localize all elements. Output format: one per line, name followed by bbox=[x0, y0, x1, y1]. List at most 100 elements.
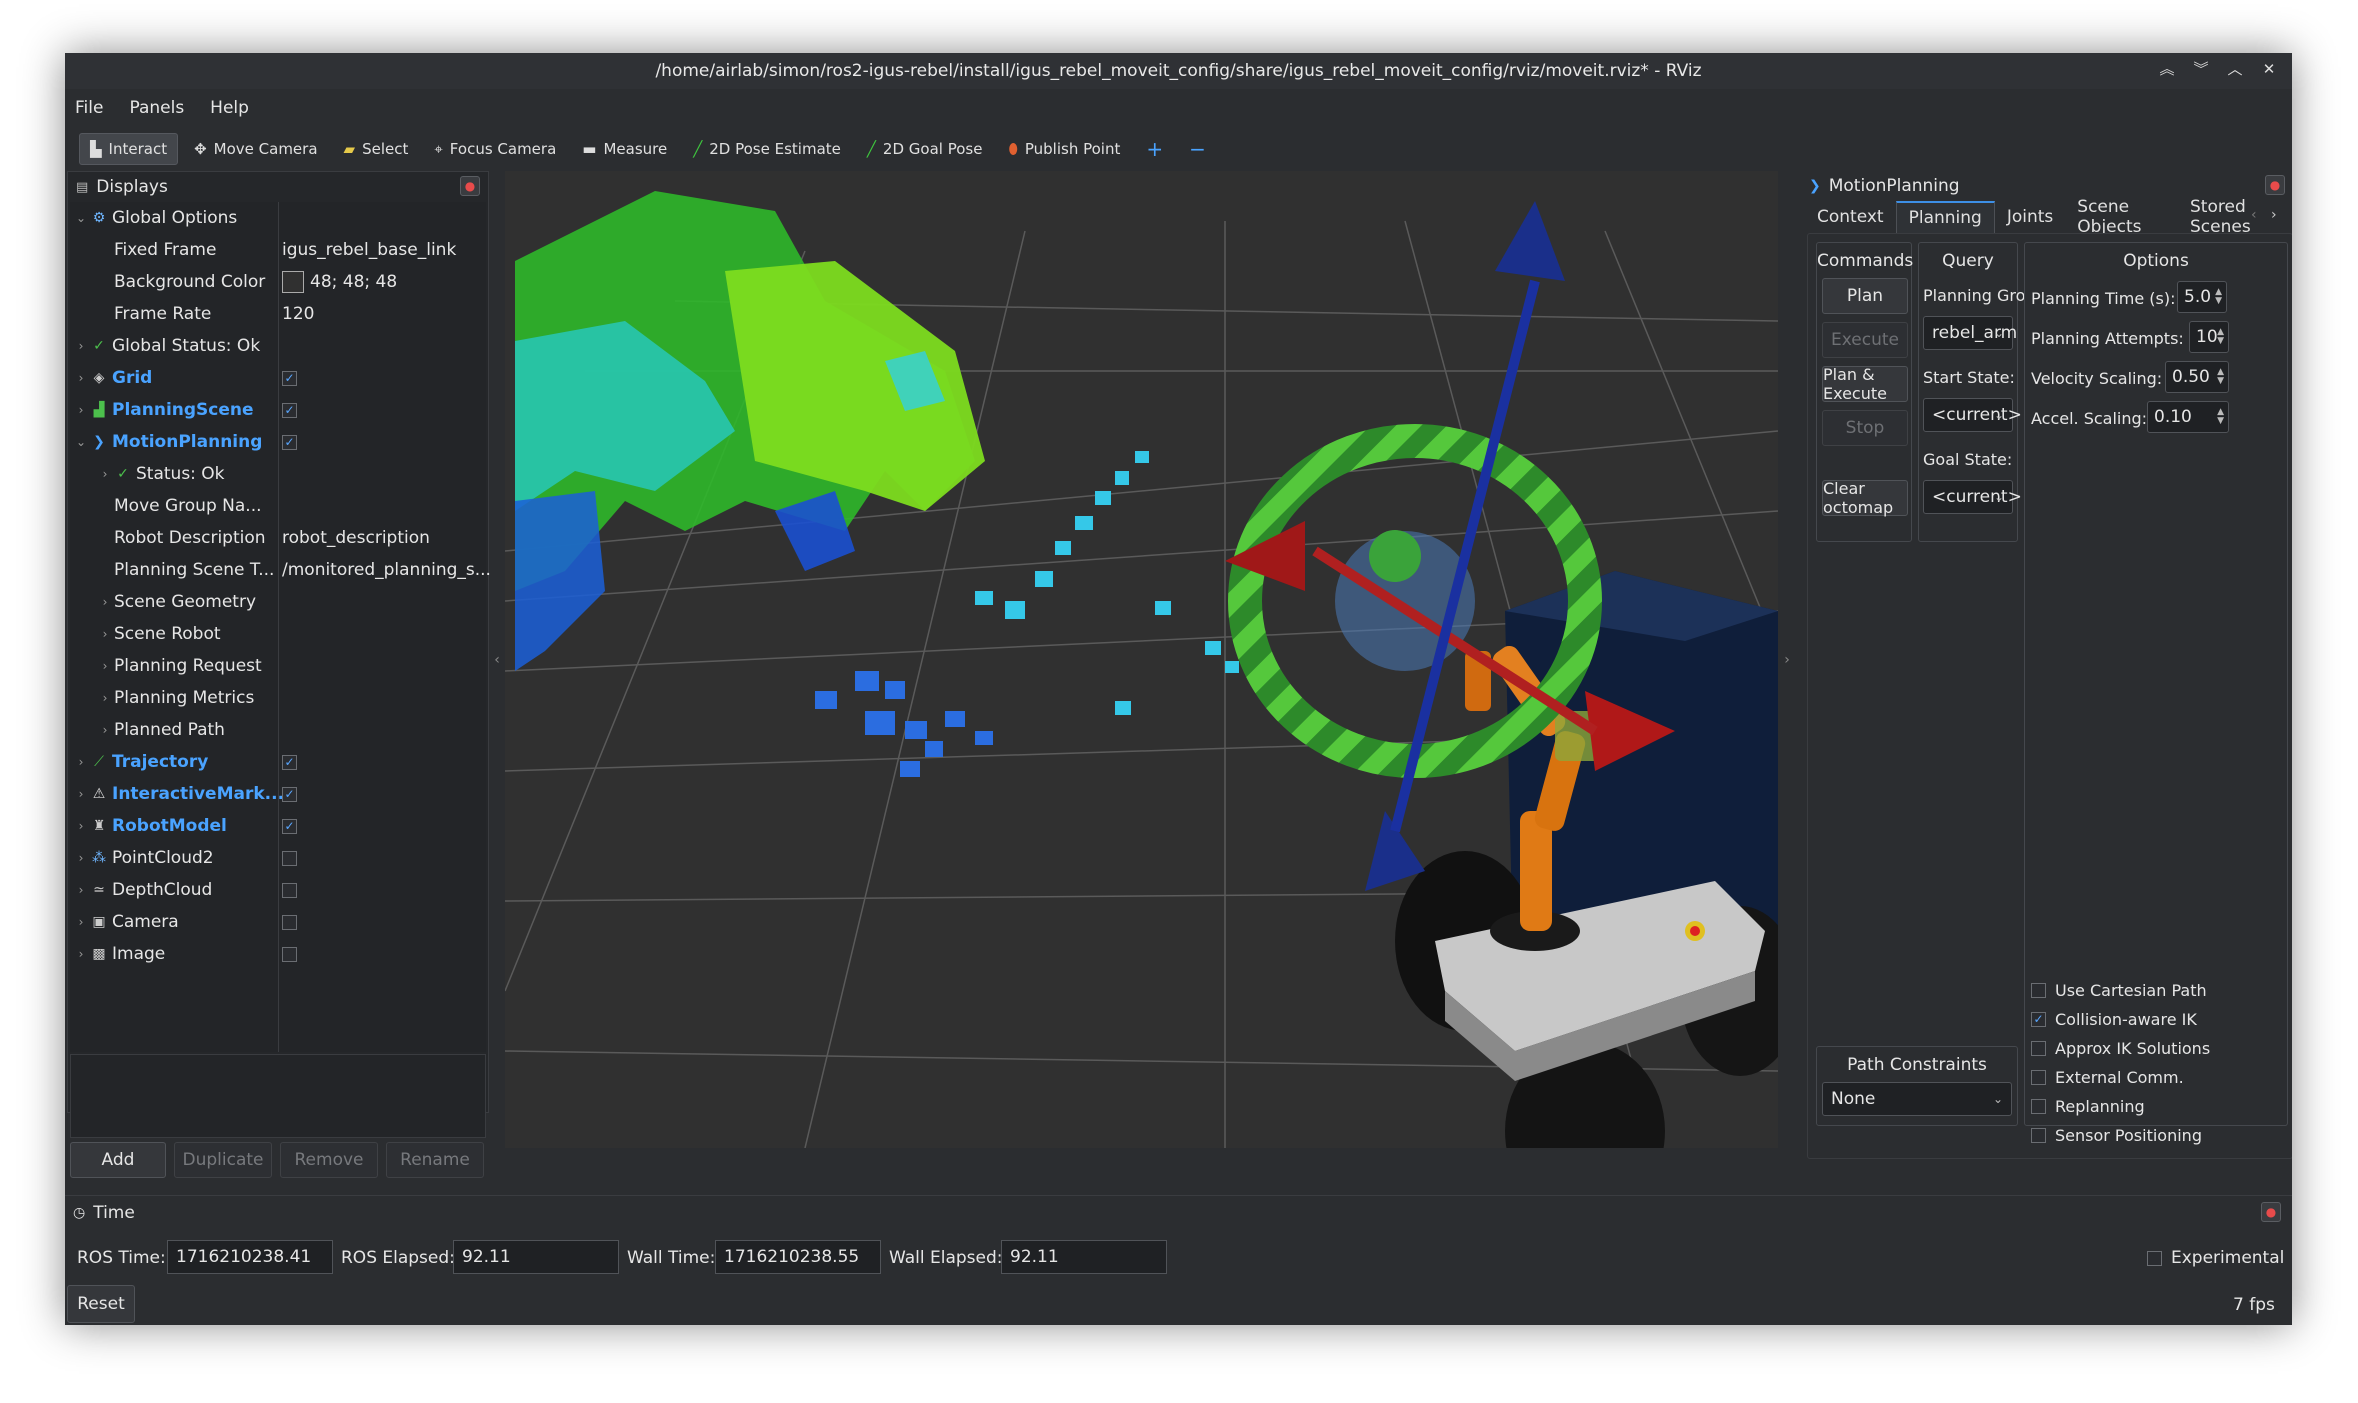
publish-point-icon: ⬮ bbox=[1008, 140, 1018, 158]
approx-ik-solutions-checkbox[interactable]: Approx IK Solutions bbox=[2031, 1039, 2210, 1058]
right-collapse-handle[interactable]: › bbox=[1781, 171, 1793, 1148]
chevron-right-icon[interactable]: › bbox=[74, 947, 88, 961]
display-enable-checkbox[interactable]: ✓ bbox=[282, 818, 297, 834]
reset-button[interactable]: Reset bbox=[67, 1285, 135, 1323]
display-enable-checkbox[interactable]: ✓ bbox=[282, 434, 297, 450]
close-icon[interactable]: ● bbox=[2265, 175, 2285, 195]
planning-time-label: Planning Time (s): bbox=[2031, 289, 2176, 308]
chevron-right-icon[interactable]: › bbox=[74, 851, 88, 865]
chevron-right-icon[interactable]: › bbox=[74, 819, 88, 833]
display-enable-checkbox[interactable] bbox=[282, 914, 297, 930]
display-enable-checkbox[interactable] bbox=[282, 946, 297, 962]
accel-scaling-spinbox[interactable]: 0.10 ▲ ▼ bbox=[2147, 401, 2229, 433]
keep-above-icon[interactable]: ︽ bbox=[2156, 57, 2178, 81]
start-state-select[interactable]: <current> ⌄ bbox=[1923, 398, 2022, 432]
chevron-right-icon[interactable]: › bbox=[98, 627, 112, 641]
plan-execute-button[interactable]: Plan & Execute bbox=[1822, 365, 1908, 403]
remove-tool-button[interactable]: − bbox=[1179, 133, 1216, 165]
close-icon[interactable]: ● bbox=[460, 176, 480, 196]
3d-viewport[interactable] bbox=[505, 171, 1778, 1148]
remove-button[interactable]: Remove bbox=[280, 1142, 378, 1178]
close-icon[interactable]: ✕ bbox=[2258, 57, 2280, 81]
checkbox-label: Collision-aware IK bbox=[2055, 1010, 2197, 1029]
collision-aware-ik-checkbox[interactable]: ✓ Collision-aware IK bbox=[2031, 1010, 2197, 1029]
plan-button[interactable]: Plan bbox=[1822, 278, 1908, 314]
stop-button[interactable]: Stop bbox=[1822, 410, 1908, 446]
display-enable-checkbox[interactable]: ✓ bbox=[282, 754, 297, 770]
display-enable-checkbox[interactable] bbox=[282, 882, 297, 898]
menu-bar: File Panels Help bbox=[65, 89, 2292, 127]
tool-publish-point[interactable]: ⬮ Publish Point bbox=[998, 133, 1130, 165]
experimental-checkbox[interactable]: Experimental bbox=[2147, 1248, 2284, 1268]
move-camera-icon: ✥ bbox=[194, 140, 207, 158]
clock-icon: ◷ bbox=[73, 1205, 86, 1221]
chevron-right-icon[interactable]: › bbox=[98, 467, 112, 481]
tool-2d-pose-estimate[interactable]: ╱ 2D Pose Estimate bbox=[683, 133, 851, 165]
planning-group-select[interactable]: rebel_arm ⌄ bbox=[1923, 316, 2017, 350]
chevron-right-icon[interactable]: › bbox=[74, 883, 88, 897]
wall-elapsed-field[interactable]: 92.11 bbox=[1001, 1240, 1167, 1274]
ros-time-field[interactable]: 1716210238.41 bbox=[167, 1240, 333, 1274]
chevron-right-icon[interactable]: › bbox=[74, 371, 88, 385]
chevron-right-icon[interactable]: › bbox=[98, 659, 112, 673]
chevron-right-icon[interactable]: › bbox=[98, 691, 112, 705]
ros-elapsed-field[interactable]: 92.11 bbox=[453, 1240, 619, 1274]
tool-2d-goal-pose[interactable]: ╱ 2D Goal Pose bbox=[857, 133, 993, 165]
chevron-right-icon[interactable]: › bbox=[74, 787, 88, 801]
display-enable-checkbox[interactable]: ✓ bbox=[282, 786, 297, 802]
add-button[interactable]: Add bbox=[70, 1142, 166, 1178]
replanning-checkbox[interactable]: Replanning bbox=[2031, 1097, 2145, 1116]
clear-octomap-button[interactable]: Clear octomap bbox=[1822, 479, 1908, 517]
wall-time-label: Wall Time: bbox=[627, 1248, 716, 1268]
minimize-icon[interactable]: ︾ bbox=[2190, 57, 2212, 81]
path-constraints-select[interactable]: None ⌄ bbox=[1822, 1082, 2012, 1116]
external-comm--checkbox[interactable]: External Comm. bbox=[2031, 1068, 2184, 1087]
sensor-positioning-checkbox[interactable]: Sensor Positioning bbox=[2031, 1126, 2202, 1145]
chevron-down-icon[interactable]: ⌄ bbox=[74, 211, 88, 225]
maximize-icon[interactable]: ︿ bbox=[2224, 57, 2246, 81]
pointcloud-icon: ⁂ bbox=[92, 850, 106, 866]
planning-time-spinbox[interactable]: 5.0 ▲ ▼ bbox=[2177, 281, 2227, 313]
display-label: Fixed Frame bbox=[114, 240, 217, 260]
tab-scene-objects[interactable]: Scene Objects bbox=[2065, 197, 2178, 237]
tool-interact[interactable]: ▙ Interact bbox=[79, 133, 179, 165]
tab-planning[interactable]: Planning bbox=[1895, 201, 1995, 233]
display-value[interactable]: 48; 48; 48 bbox=[282, 271, 397, 293]
duplicate-button[interactable]: Duplicate bbox=[174, 1142, 272, 1178]
display-enable-checkbox[interactable]: ✓ bbox=[282, 402, 297, 418]
chevron-right-icon[interactable]: › bbox=[74, 339, 88, 353]
tab-scroll-left-icon[interactable]: ‹ bbox=[2251, 207, 2257, 223]
left-collapse-handle[interactable]: ‹ bbox=[491, 171, 503, 1148]
tab-scroll-right-icon[interactable]: › bbox=[2271, 207, 2277, 223]
rename-button[interactable]: Rename bbox=[386, 1142, 484, 1178]
use-cartesian-path-checkbox[interactable]: Use Cartesian Path bbox=[2031, 981, 2207, 1000]
goal-state-select[interactable]: <current> ⌄ bbox=[1923, 480, 2022, 514]
time-header: ◷ Time bbox=[65, 1196, 2292, 1230]
tab-context[interactable]: Context bbox=[1805, 201, 1896, 233]
wall-time-field[interactable]: 1716210238.55 bbox=[715, 1240, 881, 1274]
chevron-right-icon[interactable]: › bbox=[74, 403, 88, 417]
chevron-right-icon[interactable]: › bbox=[74, 915, 88, 929]
tab-joints[interactable]: Joints bbox=[1995, 201, 2065, 233]
chevron-down-icon[interactable]: ⌄ bbox=[74, 435, 88, 449]
tool-focus-camera[interactable]: ⌖ Focus Camera bbox=[424, 133, 566, 165]
menu-file[interactable]: File bbox=[75, 98, 103, 118]
color-swatch[interactable] bbox=[282, 271, 304, 293]
planning-attempts-spinbox[interactable]: 10 ▲ ▼ bbox=[2189, 321, 2229, 353]
accel-scaling-value: 0.10 bbox=[2154, 407, 2192, 427]
add-tool-button[interactable]: + bbox=[1136, 133, 1173, 165]
display-enable-checkbox[interactable]: ✓ bbox=[282, 370, 297, 386]
close-icon[interactable]: ● bbox=[2261, 1202, 2281, 1222]
display-label: InteractiveMark... bbox=[112, 784, 285, 804]
execute-button[interactable]: Execute bbox=[1822, 322, 1908, 358]
chevron-right-icon[interactable]: › bbox=[74, 755, 88, 769]
chevron-right-icon[interactable]: › bbox=[98, 723, 112, 737]
tool-move-camera[interactable]: ✥ Move Camera bbox=[184, 133, 327, 165]
tool-select[interactable]: ▰ Select bbox=[334, 133, 419, 165]
menu-panels[interactable]: Panels bbox=[129, 98, 184, 118]
chevron-right-icon[interactable]: › bbox=[98, 595, 112, 609]
tool-measure[interactable]: ▬ Measure bbox=[572, 133, 677, 165]
velocity-scaling-spinbox[interactable]: 0.50 ▲ ▼ bbox=[2165, 361, 2229, 393]
display-enable-checkbox[interactable] bbox=[282, 850, 297, 866]
menu-help[interactable]: Help bbox=[210, 98, 249, 118]
